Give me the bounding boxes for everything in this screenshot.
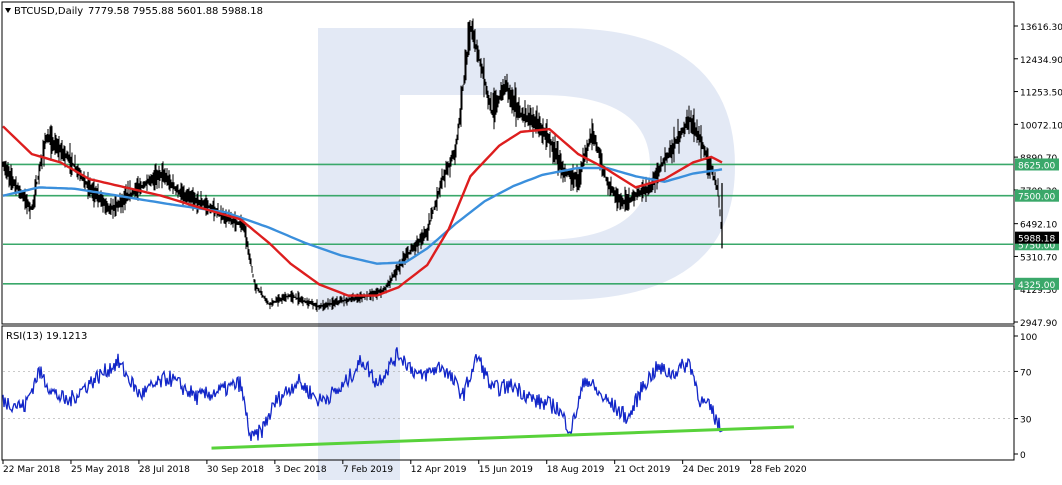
current-price-label: 5988.18 bbox=[1018, 235, 1055, 245]
time-tick-label: 15 Jun 2019 bbox=[479, 465, 533, 475]
triangle-down-icon[interactable] bbox=[5, 8, 11, 13]
price-tick-label: 5310.70 bbox=[1020, 253, 1057, 263]
time-tick-label: 28 Feb 2020 bbox=[751, 465, 807, 475]
price-tick-label: 12434.90 bbox=[1020, 56, 1062, 66]
rsi-trendline[interactable] bbox=[211, 425, 794, 450]
price-tick-label: 10072.10 bbox=[1020, 121, 1062, 131]
chart-canvas: BTCUSD,Daily 7779.58 7955.88 5601.88 598… bbox=[1, 1, 1062, 480]
chart-window: BTCUSD,Daily 7779.58 7955.88 5601.88 598… bbox=[0, 0, 1062, 480]
price-tick-label: 13616.30 bbox=[1020, 23, 1062, 33]
symbol-label: BTCUSD,Daily bbox=[14, 6, 83, 17]
price-tick-label: 11253.50 bbox=[1020, 89, 1062, 99]
time-tick-label: 30 Sep 2018 bbox=[207, 465, 264, 475]
time-tick-label: 3 Dec 2018 bbox=[275, 465, 327, 475]
rsi-tick-label: 100 bbox=[1020, 333, 1037, 343]
rsi-title: RSI(13) 19.1213 bbox=[6, 331, 87, 342]
time-tick-label: 28 Jul 2018 bbox=[139, 465, 190, 475]
time-tick-label: 25 May 2018 bbox=[71, 465, 130, 475]
rsi-tick-label: 0 bbox=[1020, 451, 1026, 461]
level-price-label: 8625.00 bbox=[1018, 161, 1055, 171]
price-tick-label: 6492.10 bbox=[1020, 221, 1057, 231]
time-tick-label: 7 Feb 2019 bbox=[343, 465, 394, 475]
time-tick-label: 18 Aug 2019 bbox=[547, 465, 605, 475]
time-axis: 22 Mar 2018 25 May 2018 28 Jul 2018 30 Sep … bbox=[2, 460, 807, 475]
time-tick-label: 24 Dec 2019 bbox=[683, 465, 741, 475]
ohlc-values: 7779.58 7955.88 5601.88 5988.18 bbox=[88, 6, 263, 17]
level-price-label: 4325.00 bbox=[1018, 281, 1055, 291]
time-tick-label: 21 Oct 2019 bbox=[615, 465, 671, 475]
rsi-tick-label: 70 bbox=[1020, 368, 1032, 378]
time-tick-label: 22 Mar 2018 bbox=[3, 465, 60, 475]
watermark-logo bbox=[318, 28, 735, 480]
level-price-label: 7500.00 bbox=[1018, 193, 1055, 203]
rsi-tick-label: 30 bbox=[1020, 416, 1032, 426]
price-tick-label: 2947.90 bbox=[1020, 319, 1057, 329]
time-tick-label: 12 Apr 2019 bbox=[411, 465, 467, 475]
